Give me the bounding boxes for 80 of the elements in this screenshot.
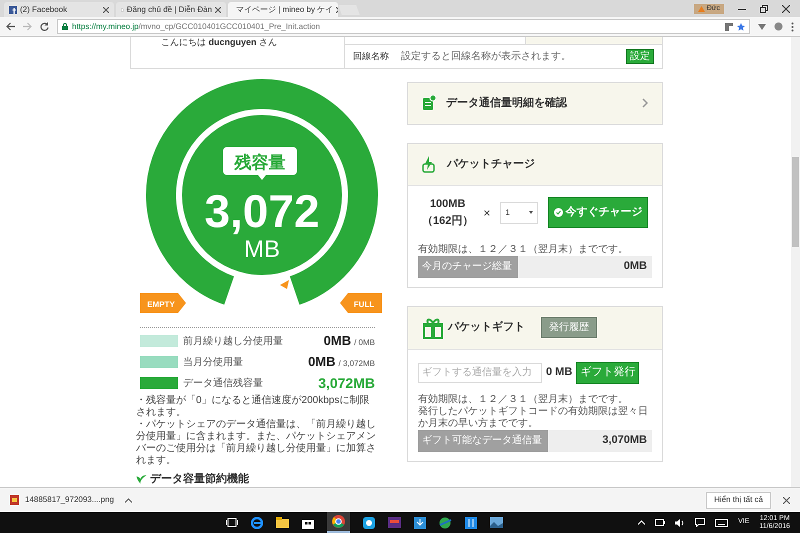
page-icon	[121, 6, 124, 14]
show-all-button[interactable]: Hiển thị tất cả	[706, 492, 771, 508]
chat-icon[interactable]	[363, 516, 375, 528]
restore-icon[interactable]	[760, 5, 768, 13]
line-name-value: 設定すると回線名称が表示されます。	[401, 50, 571, 64]
charge-price: （162円）	[422, 214, 474, 228]
charge-amount: 100MB	[430, 196, 466, 212]
expiry-note: 有効期限は、１２／３１（翌月末）までです。	[418, 394, 629, 406]
legend-value: 0MB	[308, 353, 336, 372]
warning-icon	[698, 6, 705, 12]
window-icon[interactable]	[388, 517, 401, 528]
image-icon[interactable]	[490, 517, 503, 528]
usage-detail-link[interactable]: データ通信量明細を確認	[407, 82, 663, 124]
pointer-icon	[280, 280, 289, 288]
note-text: ・残容量が「0」になると通信速度が200kbpsに制限されます。	[136, 394, 370, 418]
chevron-icon	[642, 98, 648, 108]
star-icon[interactable]	[737, 22, 745, 30]
caret-icon[interactable]	[125, 498, 132, 502]
available-value: 3,070MB	[602, 433, 648, 448]
legend-label: 前月繰り越し分使用量	[183, 334, 283, 348]
card-title: パケットチャージ	[447, 156, 535, 172]
scrollbar[interactable]	[791, 37, 800, 487]
tab-title: (2) Facebook	[20, 4, 68, 16]
full-badge: FULL	[340, 292, 382, 312]
legend-label: 当月分使用量	[183, 356, 243, 370]
check-circle-icon	[554, 208, 563, 217]
expiry-note: 有効期限は、１２／３１（翌月末）までです。	[417, 244, 629, 256]
legend-value: 0MB	[324, 332, 352, 350]
url-text: https://my.mineo.jp/mvno_cp/GCC010401GCC010401_Pre_Init.action	[72, 20, 320, 32]
card-title: パケットギフト	[448, 320, 525, 336]
remaining-label: 残容量	[223, 146, 297, 180]
tab-title: Đăng chủ đề | Diễn Đàn	[126, 4, 212, 16]
total-value: 0MB	[624, 259, 648, 274]
gift-amount-field[interactable]: ギフトする通信量を入力	[418, 362, 542, 382]
chevron-up-icon[interactable]	[638, 520, 646, 525]
browser-tab[interactable]: Đăng chủ đề | Diễn Đàn	[116, 2, 226, 17]
keyboard-icon[interactable]	[715, 518, 728, 526]
speaker-icon[interactable]	[675, 518, 686, 526]
folder-icon[interactable]	[276, 517, 289, 528]
download-icon[interactable]	[414, 516, 426, 528]
multiply-sign: ×	[483, 204, 490, 222]
sort-icon[interactable]	[465, 516, 477, 528]
legend-total: / 3,072MB	[338, 358, 375, 370]
battery-icon[interactable]	[655, 519, 666, 526]
note-text: ・パケットシェアのデータ通信量は、「前月繰り越し分使用量」に含まれます。また、パケットシェアメンバーのご使用分は「前月繰り越し分使用量」に加算されます。	[136, 418, 377, 466]
chrome-taskbar-button[interactable]	[327, 512, 350, 533]
total-label: 今月のチャージ総量	[418, 256, 518, 278]
download-item[interactable]: 14885817_972093....png	[10, 494, 125, 506]
address-field[interactable]: https://my.mineo.jp/mvno_cp/GCC010401GCC010401_Pre_Init.action	[57, 19, 750, 34]
line-name-label: 回線名称	[353, 50, 390, 62]
document-icon	[422, 95, 436, 111]
remaining-amount: 3,072	[204, 184, 320, 236]
f-logo-icon	[9, 6, 17, 14]
empty-badge: EMPTY	[140, 292, 186, 312]
gift-icon	[422, 316, 444, 338]
gift-amount-unit: 0 MB	[546, 365, 572, 380]
browser-tab[interactable]: マイページ | mineo by ケイ	[228, 2, 338, 17]
browser-e-icon[interactable]	[251, 516, 263, 528]
section-heading: データ容量節約機能	[150, 472, 249, 486]
legend-value: 3,072MB	[318, 374, 375, 392]
lightning-icon	[422, 156, 435, 172]
greeting-text: こんにちは ducnguyen さん	[161, 37, 278, 47]
message-icon[interactable]	[695, 518, 706, 527]
quantity-select[interactable]: 1	[500, 202, 538, 224]
reload-icon[interactable]	[40, 22, 49, 31]
lock-icon	[62, 23, 68, 30]
file-icon	[10, 495, 19, 505]
expiry-note: 発行したパケットギフトコードの有効期限は翌々日か月末の早い方までです。	[418, 406, 649, 430]
task-view-icon[interactable]	[226, 518, 238, 527]
legend-label: データ通信残容量	[183, 376, 263, 390]
globe-icon[interactable]	[439, 516, 452, 528]
menu-icon[interactable]	[791, 22, 794, 32]
available-label: ギフト可能なデータ通信量	[418, 430, 548, 452]
caret-icon	[529, 211, 534, 214]
remaining-unit: MB	[244, 236, 280, 262]
legend-total: / 0MB	[354, 337, 375, 350]
browser-tab[interactable]: (2) Facebook	[4, 2, 114, 17]
chrome-icon	[332, 515, 345, 528]
back-icon[interactable]	[6, 22, 15, 31]
tab-title: マイページ | mineo by ケイ	[236, 4, 334, 16]
